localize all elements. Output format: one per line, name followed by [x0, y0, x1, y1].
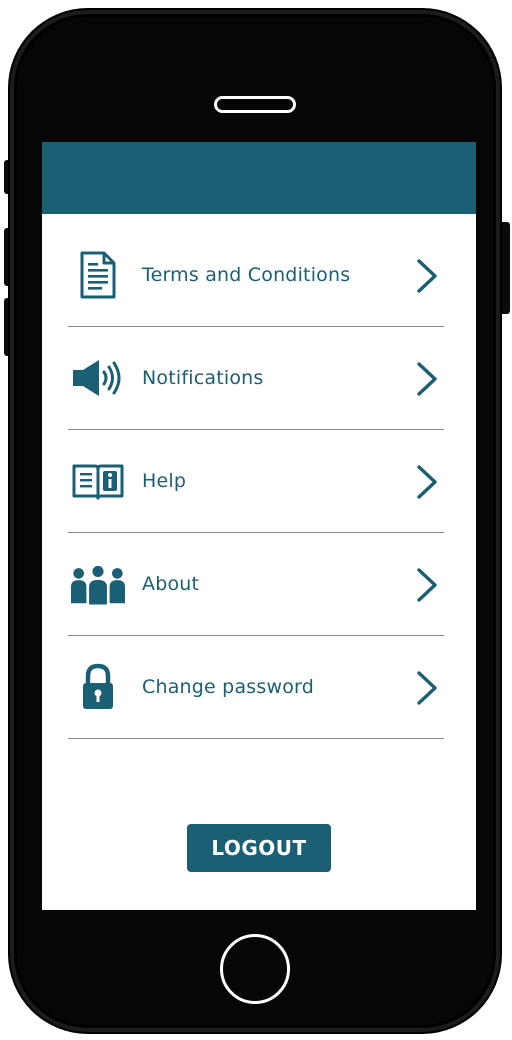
app-header [42, 142, 476, 214]
phone-frame: Terms and Conditions Notifications Help … [10, 10, 500, 1032]
chevron-right-icon [417, 259, 437, 293]
lock-icon [70, 662, 126, 712]
menu-item-notifications[interactable]: Notifications [68, 327, 444, 430]
menu-item-about[interactable]: About [68, 533, 444, 636]
info-book-icon [70, 456, 126, 506]
chevron-right-icon [417, 465, 437, 499]
group-icon [70, 559, 126, 609]
device-mockup: Terms and Conditions Notifications Help … [0, 0, 512, 1040]
settings-menu: Terms and Conditions Notifications Help … [68, 224, 444, 739]
menu-item-label: About [142, 573, 200, 595]
menu-item-terms[interactable]: Terms and Conditions [68, 224, 444, 327]
menu-item-label: Change password [142, 676, 314, 698]
chevron-right-icon [417, 362, 437, 396]
logout-button[interactable]: LOGOUT [187, 824, 331, 872]
app-screen: Terms and Conditions Notifications Help … [42, 142, 476, 910]
menu-item-change-password[interactable]: Change password [68, 636, 444, 739]
document-icon [70, 250, 126, 300]
chevron-right-icon [417, 568, 437, 602]
menu-item-label: Terms and Conditions [142, 264, 351, 286]
chevron-right-icon [417, 671, 437, 705]
home-button[interactable] [220, 934, 290, 1004]
menu-item-label: Help [142, 470, 187, 492]
earpiece-speaker [214, 96, 296, 113]
speaker-icon [70, 353, 126, 403]
menu-item-label: Notifications [142, 367, 264, 389]
menu-item-help[interactable]: Help [68, 430, 444, 533]
